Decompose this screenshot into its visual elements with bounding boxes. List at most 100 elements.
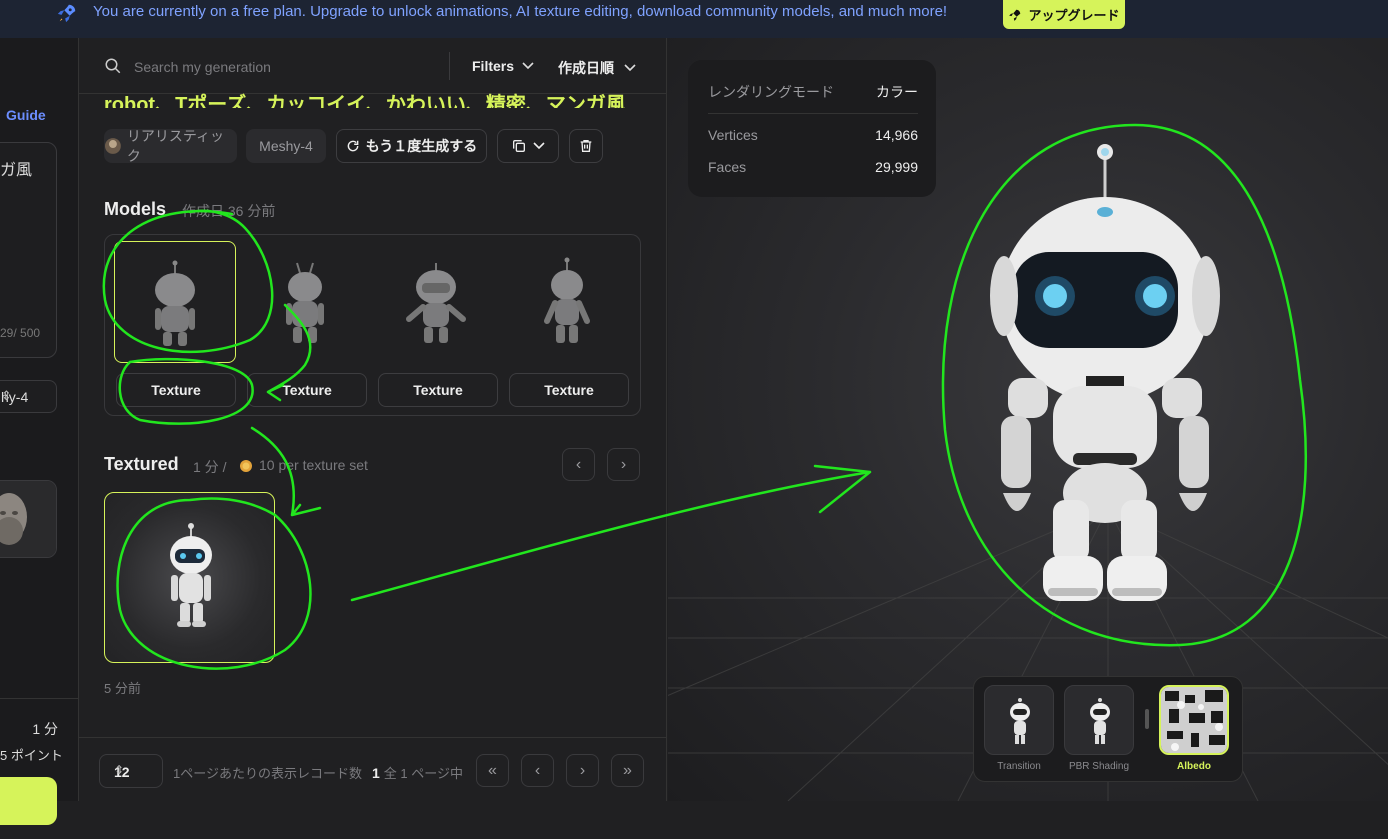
- render-mode-row[interactable]: レンダリングモード カラー: [708, 82, 918, 102]
- page-info: 1全 1 ページ中: [372, 763, 463, 782]
- credit-time: 1 分: [32, 721, 58, 737]
- delete-button[interactable]: [569, 129, 603, 163]
- render-mode-value: カラー: [876, 84, 918, 100]
- search-input[interactable]: [134, 56, 434, 78]
- texture-button[interactable]: Texture: [509, 373, 629, 407]
- divider: [708, 113, 918, 114]
- model-thumbnail[interactable]: [114, 241, 236, 363]
- textured-created: 5 分前: [104, 681, 141, 696]
- sort-dropdown[interactable]: 作成日順: [558, 58, 636, 78]
- textured-credit-cost: 10 per texture set: [259, 457, 368, 473]
- style-reference-card[interactable]: [0, 480, 57, 558]
- prompt-title: robot、Tポーズ、カッコイイ、かわいい、精密、マンガ風: [104, 94, 626, 108]
- rocket-icon: [1009, 9, 1021, 21]
- chevron-down-icon: [522, 62, 534, 70]
- copy-icon: [513, 140, 525, 152]
- filters-label: Filters: [472, 58, 515, 74]
- pbr-thumbnail: [1064, 685, 1134, 755]
- divider: [1145, 709, 1149, 729]
- style-avatar-icon: [104, 138, 121, 154]
- last-page-button[interactable]: »: [611, 754, 644, 787]
- robot-model-preview: [286, 262, 324, 343]
- char-count: 29/ 500: [0, 326, 41, 340]
- upgrade-label: アップグレード: [1028, 8, 1120, 23]
- model-tag: Meshy-4: [246, 129, 326, 163]
- mode-label: Transition: [997, 761, 1041, 772]
- vertices-label: Vertices: [708, 127, 758, 143]
- upgrade-banner: You are currently on a free plan. Upgrad…: [0, 0, 1388, 38]
- updown-chevron-icon: ⇕: [114, 763, 125, 777]
- first-page-button[interactable]: «: [476, 754, 509, 787]
- model-viewer[interactable]: レンダリングモード カラー Vertices 14,966 Faces 29,9…: [668, 38, 1388, 801]
- robot-model-preview: [406, 263, 466, 343]
- guide-link[interactable]: Guide: [6, 107, 46, 123]
- prev-page-button[interactable]: ‹: [521, 754, 554, 787]
- texture-button[interactable]: Texture: [247, 373, 367, 407]
- total-pages-label: 全 1 ページ中: [383, 766, 463, 781]
- textured-model-card[interactable]: [104, 492, 275, 663]
- chevron-down-icon: [624, 64, 636, 72]
- credit-points: 5 ポイント: [0, 748, 63, 763]
- render-mode-label: レンダリングモード: [708, 84, 834, 100]
- albedo-thumbnail: [1159, 685, 1229, 755]
- mode-albedo[interactable]: Albedo: [1159, 685, 1229, 772]
- model-thumbnail[interactable]: [507, 241, 629, 363]
- search-bar: Filters 作成日順: [79, 38, 667, 94]
- pagination-bar: 12 ⇕ 1ページあたりの表示レコード数 1全 1 ページ中 « ‹ › »: [79, 737, 667, 801]
- models-created: 作成日 36 分前: [182, 203, 276, 219]
- trash-icon: [580, 140, 592, 152]
- updown-chevron-icon: ⇕: [1, 388, 12, 403]
- vertices-value: 14,966: [875, 127, 918, 143]
- mode-transition[interactable]: Transition: [984, 685, 1054, 772]
- regenerate-label: もう１度生成する: [365, 138, 478, 154]
- texture-button[interactable]: Texture: [116, 373, 236, 407]
- textured-time-cost: 1 分 /: [193, 459, 227, 475]
- robot-model: [990, 144, 1220, 601]
- model-thumbnail[interactable]: [245, 241, 367, 363]
- chevron-down-icon: [533, 142, 545, 150]
- generation-list-panel: Filters 作成日順 robot、Tポーズ、カッコイイ、かわいい、精密、マン…: [79, 38, 667, 801]
- copy-menu-button[interactable]: [497, 129, 559, 163]
- regenerate-button[interactable]: もう１度生成する: [336, 129, 487, 163]
- generate-button[interactable]: [0, 777, 57, 825]
- models-heading: Models: [104, 199, 167, 219]
- robot-model-preview: [155, 260, 195, 346]
- texture-button[interactable]: Texture: [378, 373, 498, 407]
- prev-textured-button[interactable]: ‹: [562, 448, 595, 481]
- filters-dropdown[interactable]: Filters: [472, 58, 534, 74]
- textured-heading: Textured: [104, 454, 179, 474]
- refresh-icon: [347, 140, 359, 152]
- faces-label: Faces: [708, 159, 747, 175]
- model-info-card: レンダリングモード カラー Vertices 14,966 Faces 29,9…: [688, 60, 936, 197]
- mode-label: PBR Shading: [1068, 761, 1130, 772]
- divider: [449, 52, 450, 80]
- model-thumbnail[interactable]: [376, 241, 498, 363]
- faces-row: Faces 29,999: [708, 159, 918, 175]
- style-tag-label: リアリスティック: [126, 128, 225, 164]
- robot-model-preview: [544, 257, 590, 343]
- rocket-icon: [57, 4, 76, 23]
- coin-icon: [240, 460, 252, 472]
- model-tag-label: Meshy-4: [259, 138, 313, 154]
- vertices-row: Vertices 14,966: [708, 127, 918, 143]
- sort-label: 作成日順: [558, 60, 614, 76]
- model-select[interactable]: hy-4 ⇕: [0, 380, 57, 413]
- textured-robot-preview: [170, 523, 212, 627]
- mode-pbr-shading[interactable]: PBR Shading: [1064, 685, 1134, 772]
- next-page-button[interactable]: ›: [566, 754, 599, 787]
- page-size-select[interactable]: 12 ⇕: [99, 754, 163, 788]
- prompt-text-fragment: ガ風: [0, 162, 33, 179]
- transition-thumbnail: [984, 685, 1054, 755]
- render-mode-bar: Transition PBR Shading Albedo: [973, 676, 1243, 782]
- banner-message: You are currently on a free plan. Upgrad…: [93, 3, 948, 20]
- faces-value: 29,999: [875, 159, 918, 175]
- bust-thumbnail: [0, 481, 56, 557]
- upgrade-button[interactable]: アップグレード: [1003, 0, 1125, 29]
- mode-label: Albedo: [1177, 761, 1211, 772]
- left-sidebar: Guide ガ風 29/ 500 hy-4 ⇕ 1 分 5 ポイント: [0, 38, 79, 825]
- per-page-label: 1ページあたりの表示レコード数: [173, 766, 362, 781]
- current-page: 1: [372, 765, 380, 781]
- next-textured-button[interactable]: ›: [607, 448, 640, 481]
- search-icon: [105, 58, 121, 74]
- models-grid: Texture Texture Texture Texture: [104, 234, 641, 416]
